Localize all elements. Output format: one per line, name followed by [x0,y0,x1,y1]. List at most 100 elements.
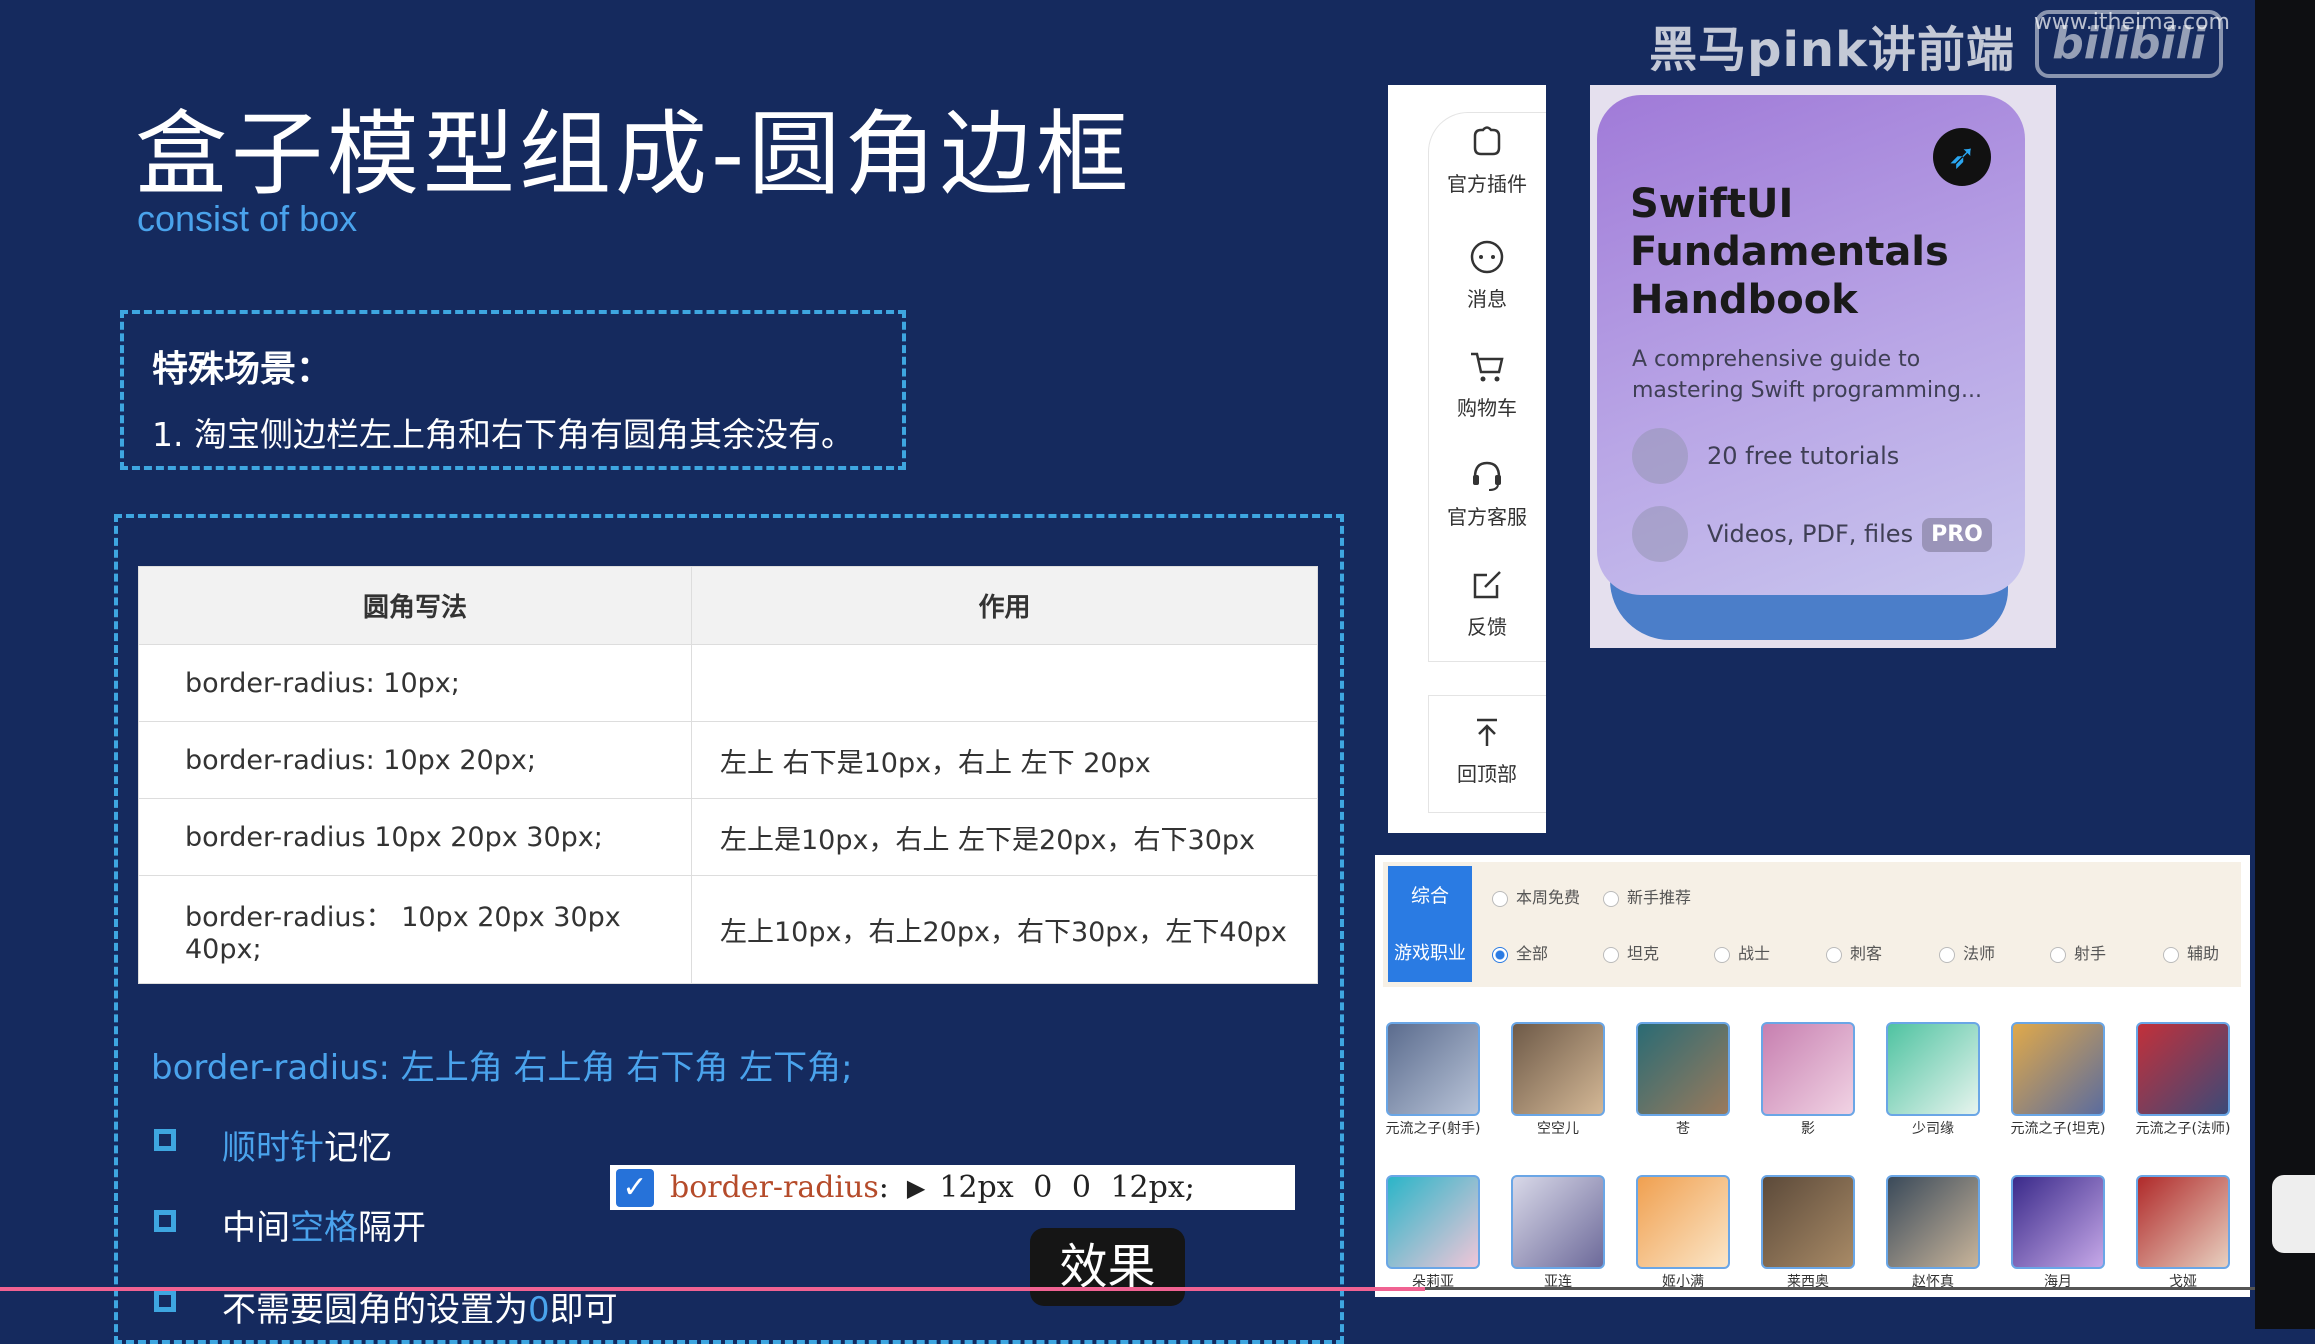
hero-card[interactable]: 元流之子(射手) [1385,1022,1481,1138]
radio-warrior[interactable]: 战士 [1714,940,1770,964]
checkbox-checked-icon[interactable]: ✓ [616,1168,654,1207]
sidebar-item-label: 回顶部 [1457,762,1517,786]
hero-portrait [1636,1022,1730,1116]
bullet-pre: 不需要圆角的设置为 [222,1290,528,1330]
radio-weekly-free[interactable]: 本周免费 [1492,884,1580,908]
hero-card[interactable]: 亚连 [1510,1175,1606,1291]
bullet-square-icon [154,1290,176,1312]
document-icon [1632,428,1688,484]
bullet-item: 中间空格隔开 [222,1200,426,1249]
hero-portrait [1386,1022,1480,1116]
hero-portrait [2136,1022,2230,1116]
bullet-item: 顺时针记忆 [222,1120,392,1169]
bilibili-logo: bilibili [2035,10,2223,78]
player-side-strip [2255,0,2315,1329]
hero-portrait [1511,1022,1605,1116]
bullet-highlight: 顺时针 [222,1128,324,1168]
hero-name: 少司缘 [1912,1121,1954,1137]
hero-filter-bar [1383,862,2241,987]
tab-hero-class[interactable]: 游戏职业 [1388,926,1472,982]
table-cell: 左上是10px，右上 左下是20px，右下30px [691,798,1318,876]
hero-portrait [1511,1175,1605,1269]
bullet-rest: 即可 [549,1290,618,1330]
radio-all[interactable]: 全部 [1492,940,1548,964]
card-row-files: Videos, PDF, files [1707,520,1914,548]
hero-card[interactable]: 戈娅 [2135,1175,2231,1291]
hero-name: 元流之子(法师) [2135,1121,2231,1137]
hero-portrait [1386,1175,1480,1269]
hero-portrait [1886,1175,1980,1269]
card-title: SwiftUI Fundamentals Handbook [1630,180,1949,324]
hero-card[interactable]: 空空儿 [1510,1022,1606,1138]
hero-card[interactable]: 少司缘 [1885,1022,1981,1138]
card-title-line: Handbook [1630,277,1858,323]
radio-tank[interactable]: 坦克 [1603,940,1659,964]
table-row: border-radius： 10px 20px 30px 40px; 左上10… [138,875,1318,984]
progress-played[interactable] [0,1287,1425,1291]
expand-arrow-icon[interactable]: ▶ [907,1174,925,1202]
hero-card[interactable]: 元流之子(坦克) [2010,1022,2106,1138]
sidebar-item-cart[interactable]: 购物车 [1428,346,1546,421]
back-to-top-button[interactable]: 回顶部 [1428,712,1546,787]
hero-card[interactable]: 苍 [1635,1022,1731,1138]
table-header-row: 圆角写法 作用 [138,566,1318,645]
hero-name: 空空儿 [1537,1121,1579,1137]
hero-card[interactable]: 姬小满 [1635,1175,1731,1291]
bullet-highlight: 空格 [290,1208,358,1248]
sidebar-item-plugin[interactable]: 官方插件 [1428,122,1546,197]
hero-portrait [1636,1175,1730,1269]
hero-portrait [2011,1175,2105,1269]
hero-card[interactable]: 元流之子(法师) [2135,1022,2231,1138]
scene-title: 特殊场景： [152,349,333,390]
table-cell: border-radius: 10px 20px; [138,721,692,799]
subtitle-caption: 效果 [1030,1228,1185,1306]
radio-newbie[interactable]: 新手推荐 [1603,884,1691,908]
card-desc-line: A comprehensive guide to [1632,347,1921,372]
radio-support[interactable]: 辅助 [2163,940,2219,964]
swift-logo-icon: ➶ [1933,128,1991,186]
hero-name: 元流之子(射手) [1385,1121,1481,1137]
sidebar-item-label: 反馈 [1467,615,1507,639]
scene-text: 1. 淘宝侧边栏左上角和右下角有圆角其余没有。 [152,415,854,454]
plugin-icon [1473,126,1501,156]
slide-subtitle: consist of box [137,198,358,239]
hero-portrait [2011,1022,2105,1116]
hero-card[interactable]: 莱西奥 [1760,1175,1856,1291]
card-title-line: SwiftUI [1630,181,1794,227]
tab-overall[interactable]: 综合 [1388,866,1472,926]
radio-marksman[interactable]: 射手 [2050,940,2106,964]
hero-portrait [1761,1175,1855,1269]
table-cell: 左上10px，右上20px，右下30px，左下40px [691,875,1318,984]
channel-watermark: 黑马pink讲前端 [1649,22,2015,78]
syntax-line: border-radius: 左上角 右上角 右下角 左下角; [151,1048,853,1088]
devtools-code-line: ✓ border-radius : ▶ 12px 0 0 12px; [610,1165,1295,1210]
card-row-tutorials: 20 free tutorials [1707,442,1900,470]
css-colon: : [878,1170,889,1205]
progress-track[interactable] [1425,1287,2255,1290]
radio-assassin[interactable]: 刺客 [1826,940,1882,964]
sidebar-item-service[interactable]: 官方客服 [1428,455,1546,530]
sidebar-item-message[interactable]: 消息 [1428,237,1546,312]
table-cell: border-radius： 10px 20px 30px 40px; [138,875,692,984]
play-icon[interactable] [2272,1175,2315,1253]
bullet-rest: 记忆 [324,1128,392,1168]
sidebar-item-label: 官方客服 [1447,505,1527,529]
hero-card[interactable]: 赵怀真 [1885,1175,1981,1291]
css-value: 12px 0 0 12px; [939,1170,1195,1205]
card-desc-line: mastering Swift programming... [1632,378,1982,403]
message-icon [1470,240,1504,274]
radio-mage[interactable]: 法师 [1939,940,1995,964]
hero-card[interactable]: 海月 [2010,1175,2106,1291]
table-row: border-radius 10px 20px 30px; 左上是10px，右上… [138,798,1318,876]
hero-portrait [1761,1022,1855,1116]
sidebar-item-label: 官方插件 [1447,172,1527,196]
sidebar-item-label: 消息 [1467,287,1507,311]
sidebar-item-feedback[interactable]: 反馈 [1428,565,1546,640]
feedback-icon [1473,571,1501,599]
bullet-rest: 隔开 [358,1208,426,1248]
hero-card[interactable]: 朵莉亚 [1385,1175,1481,1291]
bullet-square-icon [154,1129,176,1151]
hero-name: 元流之子(坦克) [2010,1121,2106,1137]
hero-card[interactable]: 影 [1760,1022,1856,1138]
radius-table: 圆角写法 作用 border-radius: 10px; border-radi… [138,566,1318,984]
